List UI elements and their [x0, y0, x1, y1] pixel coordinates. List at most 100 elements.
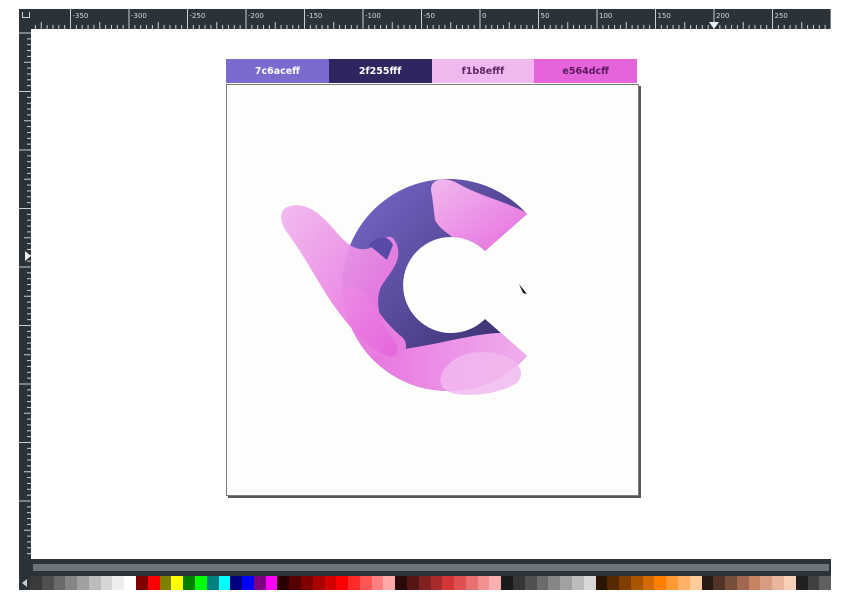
palette-color-36[interactable]: [454, 576, 466, 590]
palette-color-47[interactable]: [583, 576, 596, 590]
palette-color-20[interactable]: [265, 576, 278, 590]
swatch-3[interactable]: f1b8efff: [431, 59, 535, 83]
palette-color-67[interactable]: [819, 576, 832, 590]
palette-color-42[interactable]: [524, 576, 537, 590]
palette-color-15[interactable]: [206, 576, 219, 590]
c-shape[interactable]: [281, 145, 557, 405]
palette-color-12[interactable]: [171, 576, 184, 590]
swatch-4[interactable]: e564dcff: [534, 59, 637, 83]
palette-color-37[interactable]: [465, 576, 478, 590]
ruler-position-marker: [709, 22, 719, 29]
palette-color-64[interactable]: [784, 576, 796, 590]
palette-color-5[interactable]: [88, 576, 101, 590]
palette-color-46[interactable]: [571, 576, 584, 590]
palette-color-39[interactable]: [489, 576, 502, 590]
ruler-label: 50: [541, 12, 550, 20]
palette-color-35[interactable]: [442, 576, 455, 590]
palette-color-16[interactable]: [218, 576, 231, 590]
swatch-1-label: 7c6aceff: [254, 65, 300, 77]
palette-color-2[interactable]: [53, 576, 66, 590]
horizontal-ruler-ticks: -350 -300 -250 -200 -150 -100 -50 0 50 100 150 200 2…: [34, 9, 831, 29]
palette-color-25[interactable]: [324, 576, 337, 590]
ruler-label: 0: [482, 12, 486, 20]
palette-color-1[interactable]: [41, 576, 54, 590]
swatch-2-label: 2f255fff: [358, 65, 402, 77]
horizontal-scrollbar[interactable]: [19, 559, 831, 576]
palette-color-7[interactable]: [112, 576, 125, 590]
palette-color-19[interactable]: [253, 576, 266, 590]
palette-color-60[interactable]: [736, 576, 749, 590]
palette-color-58[interactable]: [713, 576, 726, 590]
document-page[interactable]: [226, 84, 639, 496]
palette-color-24[interactable]: [312, 576, 325, 590]
palette-color-28[interactable]: [359, 576, 372, 590]
ruler-label: 150: [658, 12, 671, 20]
swatch-2[interactable]: 2f255fff: [328, 59, 432, 83]
palette-color-27[interactable]: [348, 576, 360, 590]
swatch-3-label: f1b8efff: [461, 65, 505, 77]
ruler-label: -250: [190, 12, 206, 20]
palette-color-6[interactable]: [100, 576, 113, 590]
palette-color-38[interactable]: [477, 576, 490, 590]
palette-color-14[interactable]: [194, 576, 207, 590]
palette-color-17[interactable]: [230, 576, 243, 590]
palette-color-44[interactable]: [548, 576, 561, 590]
palette-color-50[interactable]: [619, 576, 631, 590]
palette-color-22[interactable]: [289, 576, 301, 590]
vertical-ruler[interactable]: [19, 29, 31, 559]
palette-color-0[interactable]: [30, 576, 42, 590]
palette-color-51[interactable]: [630, 576, 643, 590]
palette-color-54[interactable]: [666, 576, 678, 590]
palette-color-11[interactable]: [159, 576, 172, 590]
palette-color-23[interactable]: [300, 576, 313, 590]
palette-color-18[interactable]: [242, 576, 254, 590]
c-logo-artwork[interactable]: [227, 85, 638, 495]
drawing-canvas[interactable]: 7c6aceff 2f255fff f1b8efff e564dcff: [31, 29, 831, 559]
palette-color-34[interactable]: [430, 576, 443, 590]
ruler-label: 250: [775, 12, 788, 20]
palette-color-33[interactable]: [418, 576, 431, 590]
palette-color-55[interactable]: [677, 576, 690, 590]
ruler-label: -100: [365, 12, 381, 20]
palette-color-66[interactable]: [807, 576, 820, 590]
palette-color-8[interactable]: [124, 576, 137, 590]
ruler-label: 100: [599, 12, 612, 20]
palette-color-56[interactable]: [689, 576, 702, 590]
palette-color-48[interactable]: [595, 576, 608, 590]
palette-color-59[interactable]: [725, 576, 737, 590]
palette-color-4[interactable]: [77, 576, 89, 590]
palette-color-41[interactable]: [513, 576, 525, 590]
swatch-1[interactable]: 7c6aceff: [226, 59, 329, 83]
palette-color-43[interactable]: [536, 576, 549, 590]
palette-color-61[interactable]: [748, 576, 761, 590]
palette-color-29[interactable]: [371, 576, 384, 590]
palette-color-13[interactable]: [183, 576, 195, 590]
palette-color-31[interactable]: [395, 576, 407, 590]
ruler-label: -150: [307, 12, 323, 20]
horizontal-scrollbar-thumb[interactable]: [33, 564, 829, 571]
palette-color-53[interactable]: [654, 576, 667, 590]
swatch-4-label: e564dcff: [562, 65, 609, 77]
palette-color-65[interactable]: [795, 576, 808, 590]
palette-color-32[interactable]: [407, 576, 419, 590]
palette-color-49[interactable]: [607, 576, 620, 590]
palette-color-52[interactable]: [642, 576, 655, 590]
palette-color-57[interactable]: [701, 576, 714, 590]
palette-color-21[interactable]: [277, 576, 290, 590]
mouse-pointer-icon: [519, 284, 527, 294]
palette-color-40[interactable]: [501, 576, 514, 590]
horizontal-ruler[interactable]: -350 -300 -250 -200 -150 -100 -50 0 50 100 150 200 2…: [19, 9, 831, 29]
ruler-corner[interactable]: [19, 9, 31, 29]
palette-color-45[interactable]: [560, 576, 572, 590]
vertical-ruler-ticks: [19, 32, 31, 555]
palette-color-62[interactable]: [760, 576, 773, 590]
palette-color-26[interactable]: [336, 576, 349, 590]
ruler-label: 200: [716, 12, 729, 20]
palette-color-63[interactable]: [772, 576, 784, 590]
palette-color-10[interactable]: [147, 576, 160, 590]
palette-scroll-left-icon[interactable]: [19, 576, 30, 590]
ruler-label: -300: [131, 12, 147, 20]
palette-color-3[interactable]: [65, 576, 78, 590]
palette-color-30[interactable]: [383, 576, 396, 590]
palette-color-9[interactable]: [136, 576, 148, 590]
